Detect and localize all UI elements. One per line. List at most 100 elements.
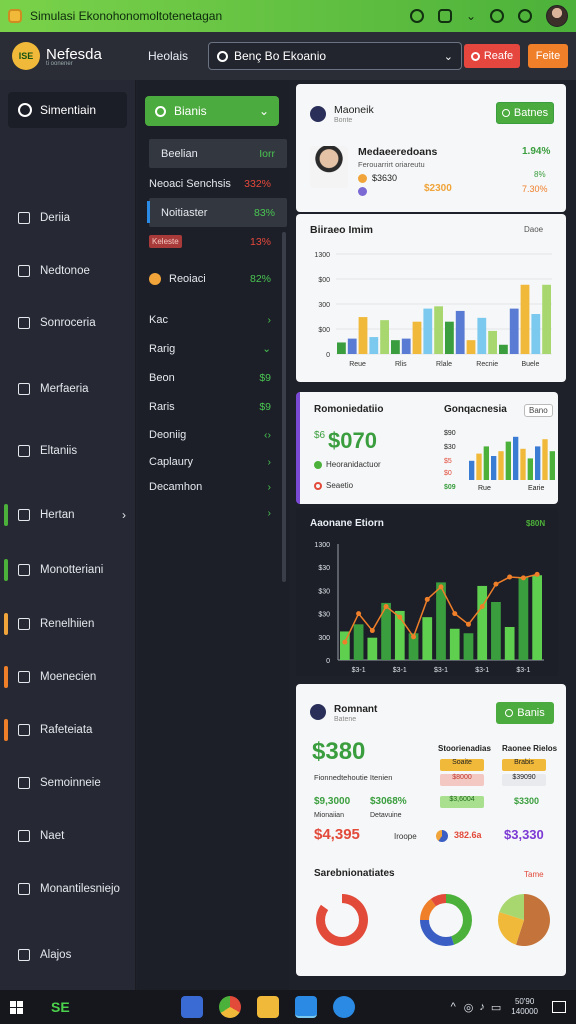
list-item[interactable]: ›: [137, 498, 283, 527]
line-point: [507, 574, 513, 580]
stat-3: $2300: [424, 183, 452, 194]
pill-yellow: Brabis: [502, 759, 546, 771]
sidebar-item[interactable]: Merfaeria: [0, 376, 136, 402]
sidebar-item-label: Naet: [40, 830, 65, 842]
sidebar-item[interactable]: Deriia: [0, 205, 136, 231]
sidebar-item[interactable]: Monotteriani: [0, 557, 136, 583]
edge-icon[interactable]: [295, 996, 317, 1018]
orange-action-button[interactable]: Feite: [528, 44, 568, 68]
bar: [423, 308, 433, 354]
card2-tag[interactable]: Bano: [524, 404, 553, 417]
sidebar-item[interactable]: Eltaniis: [0, 438, 136, 464]
folder-icon: [18, 509, 30, 521]
settings-icon: [18, 317, 30, 329]
list-item[interactable]: Kac ›: [137, 305, 283, 334]
section-tag[interactable]: Tame: [524, 870, 544, 879]
panel-scrollbar[interactable]: [282, 232, 286, 582]
list-item[interactable]: Rarig ⌄: [137, 334, 283, 363]
volume-icon[interactable]: ♪: [479, 1001, 485, 1013]
notification-icon[interactable]: [552, 1001, 566, 1013]
line-point: [424, 596, 430, 602]
sidebar-item[interactable]: Semoinneie: [0, 770, 136, 796]
bar: [498, 451, 504, 480]
sidebar-item[interactable]: Naet: [0, 823, 136, 849]
active-indicator: [4, 504, 8, 526]
folder-icon[interactable]: [257, 996, 279, 1018]
x-tick-label: $3-1: [516, 667, 530, 674]
mid-value: 382.6a: [454, 830, 482, 840]
card-logo-icon: [310, 106, 326, 122]
panel-dropdown-button[interactable]: Bianis ⌄: [145, 96, 279, 126]
x-tick-label: Recnie: [476, 361, 498, 368]
coin-icon: [358, 187, 367, 196]
bar: [466, 340, 476, 354]
sidebar-item[interactable]: Moenecien: [0, 664, 136, 690]
settings-icon[interactable]: [490, 9, 504, 23]
green-dot-icon: [314, 461, 322, 469]
sidebar-item-label: Eltaniis: [40, 445, 78, 457]
list-item[interactable]: Beelian Iorr: [149, 139, 287, 168]
chrome-icon[interactable]: [219, 996, 241, 1018]
search-input[interactable]: Benç Bo Ekoanio ⌄: [208, 42, 462, 70]
chart-corner-label[interactable]: Daoe: [524, 225, 543, 234]
red-action-button[interactable]: Reafe: [464, 44, 520, 68]
sidebar-top-button[interactable]: Simentiain: [8, 92, 127, 128]
list-item[interactable]: Noitiaster 83%: [147, 198, 287, 227]
bar: [353, 624, 364, 660]
line-point: [383, 603, 389, 609]
line-point: [493, 581, 499, 587]
list-item-label: Beelian: [161, 147, 198, 160]
sidebar-item[interactable]: Alajos: [0, 942, 136, 968]
big-prefix: $6: [314, 430, 326, 441]
y-tick-label: 300: [318, 302, 330, 309]
chevron-down-icon[interactable]: ⌄: [444, 50, 453, 63]
bar: [531, 314, 541, 354]
clock[interactable]: 50'90 140000: [511, 997, 538, 1017]
info-icon[interactable]: [409, 9, 424, 23]
sidebar-item[interactable]: Hertan ›: [0, 502, 136, 528]
window-icon[interactable]: [437, 9, 452, 23]
list-item[interactable]: Beon $9: [137, 363, 283, 392]
battery-icon[interactable]: ▭: [491, 1001, 501, 1014]
sidebar-item[interactable]: Renelhiien: [0, 611, 136, 637]
sidebar-item[interactable]: Rafeteiata: [0, 717, 136, 743]
bar: [505, 441, 511, 480]
chart-icon: [18, 383, 30, 395]
tray-up-icon[interactable]: ^: [451, 1001, 456, 1013]
bar: [391, 340, 400, 354]
bar: [476, 453, 482, 480]
list-item[interactable]: Decamhon ›: [137, 472, 283, 501]
app-icon[interactable]: [333, 996, 355, 1018]
line-point: [369, 628, 375, 634]
list-item[interactable]: Reoiaci 82%: [137, 264, 283, 293]
sidebar-item[interactable]: Nedtonoe: [0, 258, 136, 284]
sidebar: Simentiain Deriia Nedtonoe Sonroceria Merfa…: [0, 80, 136, 990]
network-icon[interactable]: ◎: [464, 1001, 474, 1014]
brand[interactable]: ISE Nefesda ti oonener: [0, 42, 136, 70]
card-action-button[interactable]: Batnes: [496, 102, 554, 124]
list-item[interactable]: Deoniig ‹›: [137, 420, 283, 449]
avatar[interactable]: [546, 5, 568, 27]
sidebar-item[interactable]: Monantilesniejo: [0, 876, 136, 902]
browser-icon[interactable]: [181, 996, 203, 1018]
profile-photo: [310, 146, 348, 188]
sidebar-item[interactable]: Sonroceria: [0, 310, 136, 336]
list-item-value: Iorr: [259, 147, 275, 160]
header-label[interactable]: Heolais: [148, 49, 196, 63]
windows-start-icon[interactable]: [10, 1000, 23, 1014]
chevron-down-icon[interactable]: ⌄: [466, 9, 476, 23]
bar: [455, 310, 465, 354]
taskbar-app-label[interactable]: SE: [51, 999, 111, 1015]
people-icon: [18, 777, 30, 789]
bar: [535, 446, 541, 480]
list-item-label: Noitiaster: [161, 206, 208, 219]
chart-corner-label: $80N: [526, 519, 546, 528]
search-icon[interactable]: [518, 9, 532, 23]
list-item[interactable]: Neoaci Senchsis 332%: [137, 169, 283, 198]
list-item-label: Raris: [149, 400, 175, 413]
card3-action-button[interactable]: Banis: [496, 702, 554, 724]
list-item-label: Kac: [149, 313, 168, 326]
list-item[interactable]: Raris $9: [137, 392, 283, 421]
list-item[interactable]: Keleste 13%: [137, 227, 283, 256]
active-indicator: [4, 666, 8, 688]
